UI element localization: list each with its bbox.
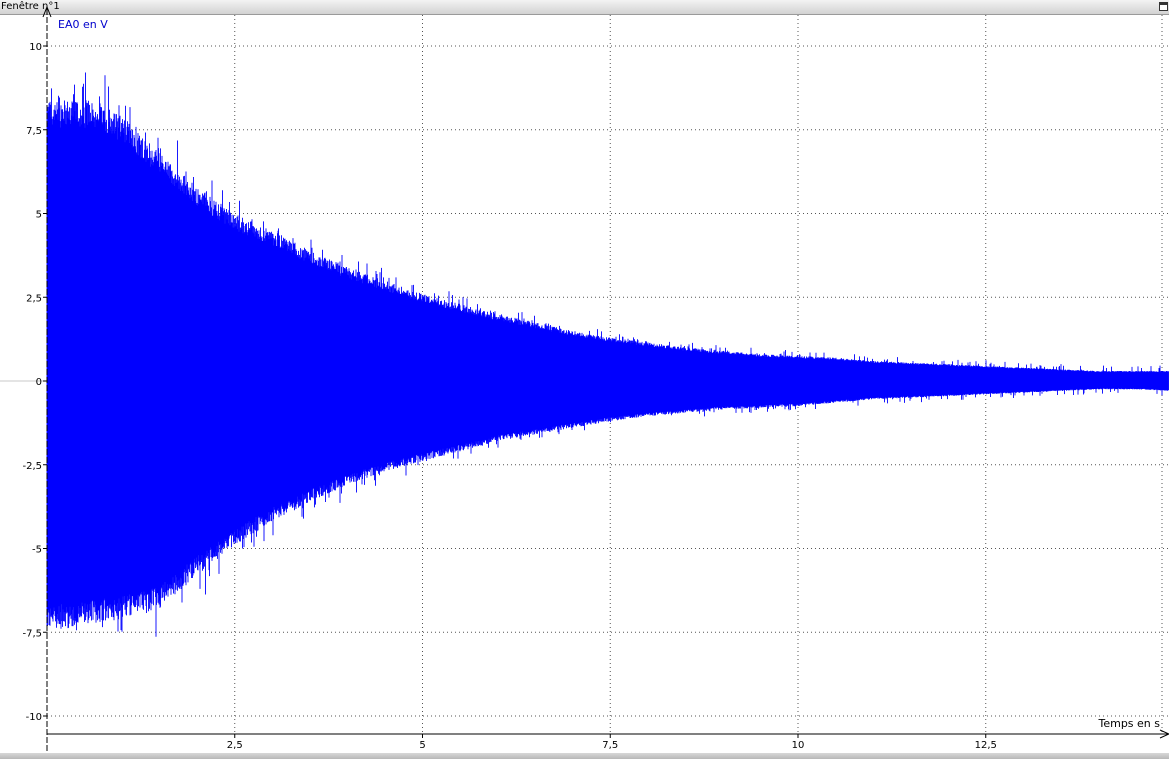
y-tick-label: -7,5 [22,628,42,639]
signal-trace [46,72,1169,637]
y-tick-label: 2,5 [26,293,42,304]
y-tick-label: -10 [26,712,42,723]
chart: 2,5 5 7,5 10 12,5 10 7,5 5 2,5 0 -2,5 -5 -7,5 -10 EA0 … [0,5,1169,753]
y-tick-label: -5 [32,545,42,556]
x-axis-label: Temps en s [1097,717,1160,730]
y-tick-label: 7,5 [26,126,42,137]
x-tick-label: 12,5 [975,740,997,751]
y-tick-label: 10 [29,42,42,53]
x-tick-label: 10 [792,740,805,751]
x-tick-label: 7,5 [602,740,618,751]
y-tick-label: 0 [36,377,42,388]
x-tick-label: 5 [419,740,425,751]
window-bottom-border [0,753,1169,759]
y-tick-label: 5 [36,210,42,221]
y-tick-label: -2,5 [22,461,42,472]
x-tick-label: 2,5 [227,740,243,751]
y-axis-label: EA0 en V [58,18,108,31]
